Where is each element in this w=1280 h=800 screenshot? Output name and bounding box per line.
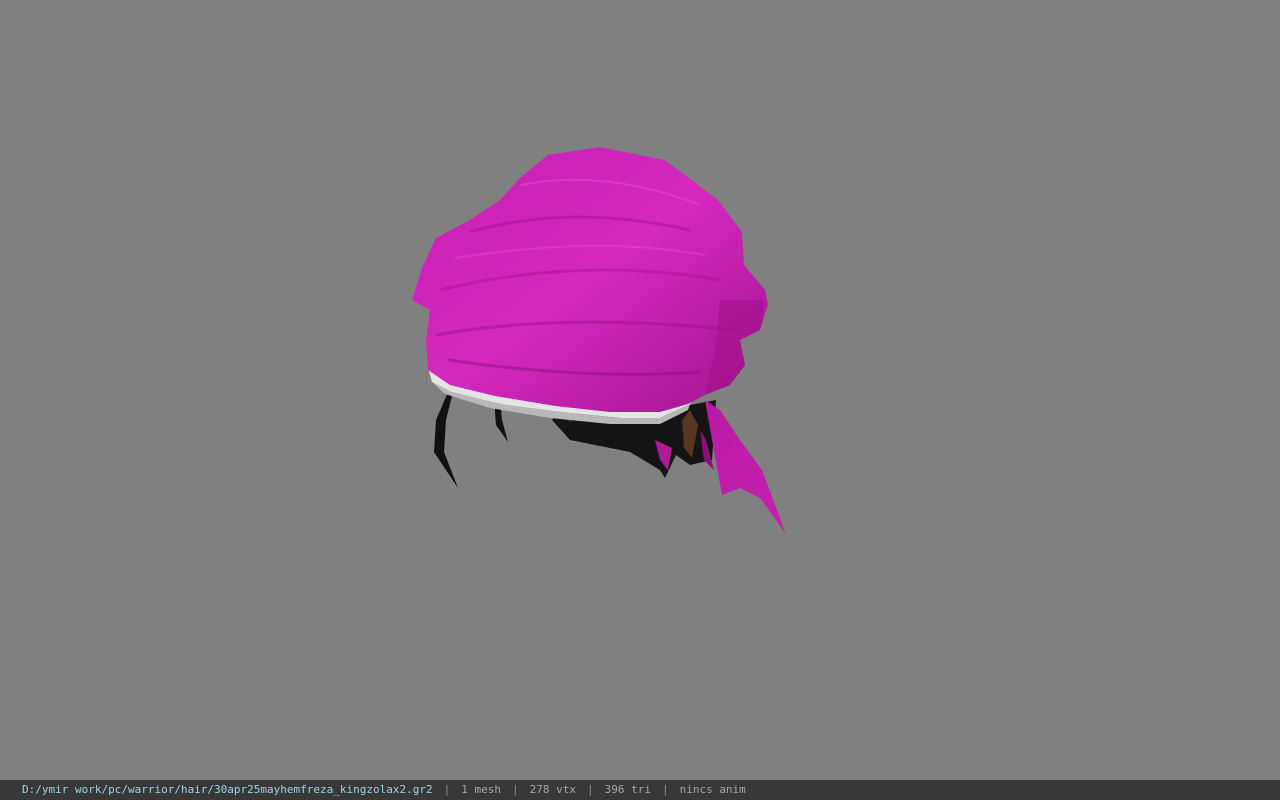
- separator: |: [586, 783, 594, 796]
- triangle-count: 396 tri: [604, 783, 651, 796]
- 3d-viewport[interactable]: [0, 0, 1280, 780]
- anim-info: nincs anim: [679, 783, 746, 796]
- separator: |: [443, 783, 451, 796]
- bandana-hair-model[interactable]: [0, 0, 1280, 780]
- mesh-count: 1 mesh: [461, 783, 501, 796]
- vertex-count: 278 vtx: [529, 783, 576, 796]
- separator: |: [661, 783, 669, 796]
- file-path: D:/ymir work/pc/warrior/hair/30apr25mayh…: [22, 783, 433, 796]
- hair-strand-left: [434, 392, 458, 488]
- separator: |: [511, 783, 519, 796]
- status-bar: D:/ymir work/pc/warrior/hair/30apr25mayh…: [0, 780, 1280, 800]
- bandana-tail: [705, 400, 786, 534]
